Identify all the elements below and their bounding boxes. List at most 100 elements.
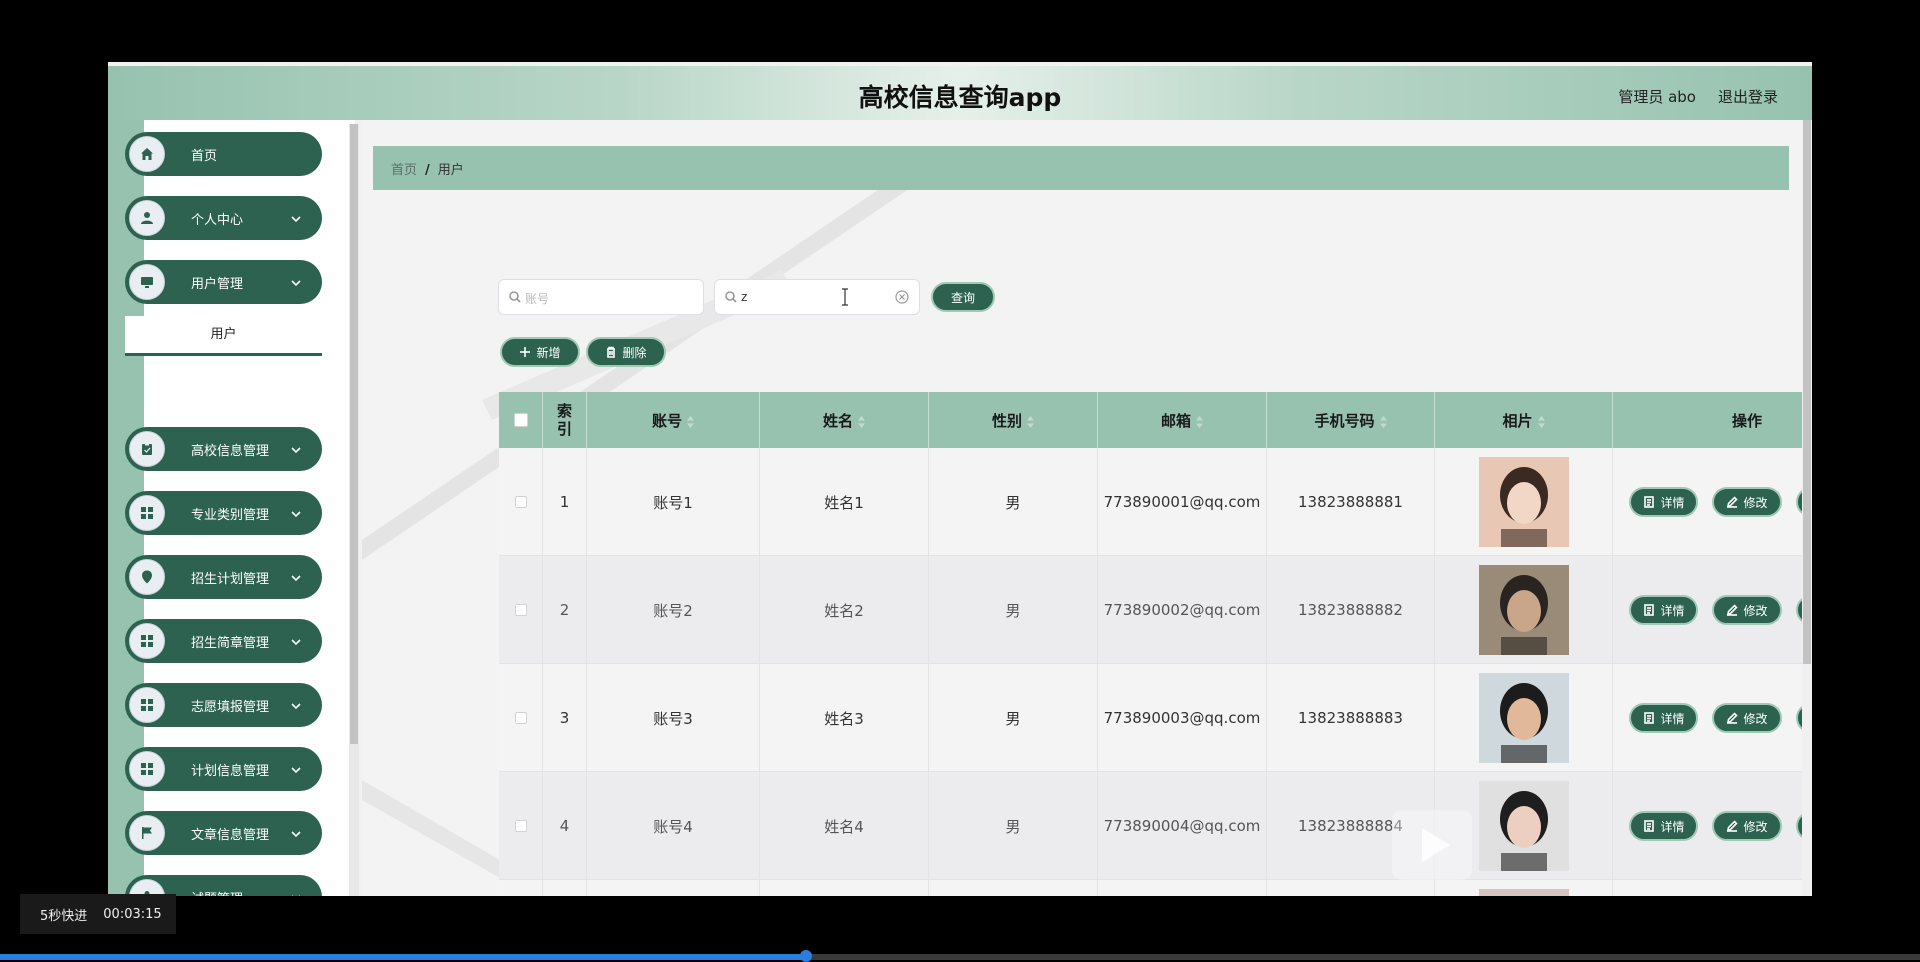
header-email[interactable]: 邮箱 <box>1098 392 1267 448</box>
row-checkbox[interactable] <box>514 712 527 724</box>
sort-icon[interactable] <box>687 414 694 428</box>
chevron-down-icon <box>290 697 302 710</box>
cell-email: 773890002@qq.com <box>1098 556 1267 664</box>
content-scrollbar[interactable] <box>1802 120 1812 896</box>
sidebar-item-label: 首页 <box>191 149 218 164</box>
grid-icon <box>129 495 165 531</box>
sidebar-scrollbar[interactable] <box>349 124 359 896</box>
document-icon <box>1644 820 1655 832</box>
row-checkbox[interactable] <box>514 496 527 508</box>
sort-icon[interactable] <box>858 414 865 428</box>
logout-link[interactable]: 退出登录 <box>1718 86 1778 107</box>
document-icon <box>1644 496 1655 508</box>
row-checkbox[interactable] <box>514 820 527 832</box>
edit-button[interactable]: 修改 <box>1712 703 1782 733</box>
header-index: 索引 <box>543 392 587 448</box>
chevron-down-icon <box>290 210 302 223</box>
document-icon <box>1644 604 1655 616</box>
video-progress-fill <box>0 954 807 960</box>
breadcrumb-current: 用户 <box>437 163 464 178</box>
edit-icon <box>1727 712 1739 724</box>
edit-button-label: 修改 <box>1743 819 1768 834</box>
sidebar-item-2[interactable]: 个人中心 <box>125 196 322 240</box>
cell-operations: 详情修改删除 <box>1613 880 1812 896</box>
header-operations: 操作 <box>1731 411 1762 430</box>
cell-photo <box>1435 880 1613 896</box>
edit-button[interactable]: 修改 <box>1712 487 1782 517</box>
sidebar-item-8[interactable]: 志愿填报管理 <box>125 683 322 727</box>
row-checkbox[interactable] <box>514 604 527 616</box>
detail-button-label: 详情 <box>1660 819 1685 834</box>
sort-icon[interactable] <box>1537 414 1545 428</box>
user-photo[interactable] <box>1478 565 1569 655</box>
detail-button[interactable]: 详情 <box>1629 811 1699 841</box>
top-header: 高校信息查询app 管理员 abo 退出登录 <box>108 66 1812 120</box>
sort-icon[interactable] <box>1379 414 1387 428</box>
submenu-item-users[interactable]: 用户 <box>125 316 322 356</box>
cell-account: 账号2 <box>587 556 760 664</box>
row-select-cell <box>499 664 543 772</box>
sidebar-item-4[interactable]: 高校信息管理 <box>125 427 322 471</box>
table-row: 5账号5姓名5男773890005@qq.com13823888885 详情修改删… <box>499 880 1812 896</box>
table-row: 4账号4姓名4男773890004@qq.com13823888884详情修改删… <box>499 772 1812 880</box>
detail-button[interactable]: 详情 <box>1629 595 1699 625</box>
current-user-label: 管理员 abo <box>1618 88 1696 106</box>
user-icon <box>129 200 165 236</box>
header-name[interactable]: 姓名 <box>760 392 929 448</box>
sidebar-item-label: 招生简章管理 <box>191 636 270 651</box>
content-scrollbar-thumb[interactable] <box>1803 120 1811 664</box>
sidebar-scrollbar-thumb[interactable] <box>350 124 358 744</box>
cell-name: 姓名3 <box>760 664 929 772</box>
account-search-input[interactable]: 账号 <box>498 279 704 315</box>
sidebar-item-10[interactable]: 文章信息管理 <box>125 811 322 855</box>
add-button-label: 新增 <box>536 345 561 360</box>
sidebar-item-5[interactable]: 专业类别管理 <box>125 491 322 535</box>
chevron-down-icon <box>290 633 302 646</box>
sidebar-item-9[interactable]: 计划信息管理 <box>125 747 322 791</box>
add-button[interactable]: 新增 <box>500 337 580 367</box>
video-play-overlay-icon[interactable] <box>1392 810 1472 880</box>
sort-icon[interactable] <box>1196 414 1203 428</box>
batch-delete-button[interactable]: 删除 <box>586 337 666 367</box>
name-search-input[interactable]: z <box>714 279 920 315</box>
pin-icon <box>129 559 165 595</box>
chevron-down-icon <box>290 889 302 896</box>
cell-photo <box>1435 664 1613 772</box>
video-progress-bar[interactable] <box>0 950 1920 962</box>
header-gender-label: 性别 <box>991 411 1022 430</box>
header-account[interactable]: 账号 <box>587 392 760 448</box>
cell-gender: 男 <box>929 772 1098 880</box>
edit-button[interactable]: 修改 <box>1712 595 1782 625</box>
sidebar-item-label: 专业类别管理 <box>191 508 270 523</box>
clear-input-icon[interactable] <box>895 290 909 304</box>
header-name-label: 姓名 <box>822 411 853 430</box>
detail-button-label: 详情 <box>1660 603 1685 618</box>
sidebar-item-3[interactable]: 用户管理 <box>125 260 322 304</box>
sidebar-item-label: 招生计划管理 <box>191 572 270 587</box>
header-gender[interactable]: 性别 <box>929 392 1098 448</box>
header-phone[interactable]: 手机号码 <box>1267 392 1435 448</box>
video-progress-knob[interactable] <box>800 950 813 962</box>
detail-button[interactable]: 详情 <box>1629 487 1699 517</box>
user-photo[interactable] <box>1478 673 1569 763</box>
sidebar-item-7[interactable]: 招生简章管理 <box>125 619 322 663</box>
cell-index: 1 <box>543 448 587 556</box>
breadcrumb-home[interactable]: 首页 <box>391 163 417 178</box>
sidebar-item-1[interactable]: 首页 <box>125 132 322 176</box>
batch-delete-button-label: 删除 <box>622 345 647 360</box>
detail-button[interactable]: 详情 <box>1629 703 1699 733</box>
header-photo[interactable]: 相片 <box>1435 392 1613 448</box>
sidebar-item-label: 高校信息管理 <box>191 444 270 459</box>
select-all-checkbox[interactable] <box>513 413 528 427</box>
clipboard-icon <box>129 431 165 467</box>
user-photo[interactable] <box>1478 781 1569 871</box>
row-select-cell <box>499 772 543 880</box>
edit-button[interactable]: 修改 <box>1712 811 1782 841</box>
user-photo[interactable] <box>1478 889 1569 896</box>
sort-icon[interactable] <box>1027 414 1034 428</box>
sidebar-item-11[interactable]: 试题管理 <box>125 875 322 896</box>
account-search-placeholder: 账号 <box>525 292 550 306</box>
query-button[interactable]: 查询 <box>931 282 995 312</box>
sidebar-item-6[interactable]: 招生计划管理 <box>125 555 322 599</box>
user-photo[interactable] <box>1478 457 1569 547</box>
